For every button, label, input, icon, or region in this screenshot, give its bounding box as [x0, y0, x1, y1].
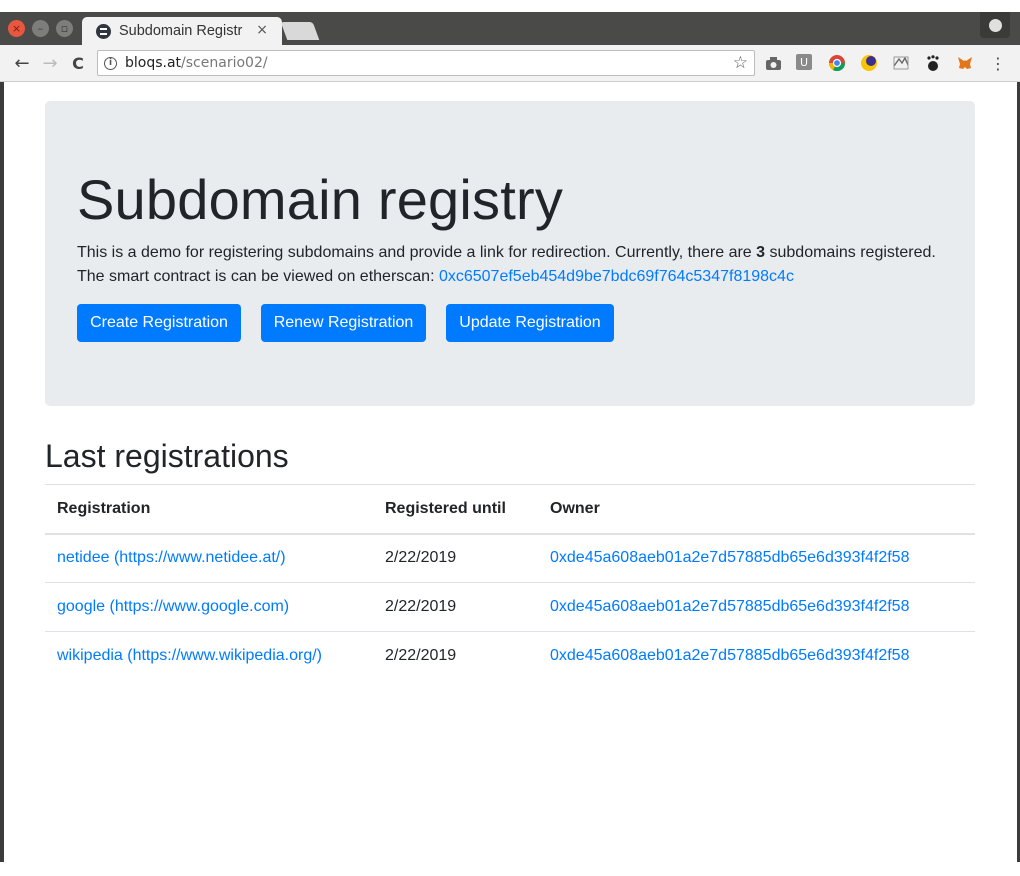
bookmark-star-icon[interactable]: ☆ — [733, 53, 748, 73]
table-row: netidee (https://www.netidee.at/) 2/22/2… — [45, 533, 975, 583]
registered-until: 2/22/2019 — [373, 582, 538, 632]
address-bar[interactable]: i bloqs.at/scenario02/ ☆ — [97, 50, 755, 76]
chrome-icon[interactable] — [828, 54, 846, 72]
gnome-foot-icon[interactable] — [924, 54, 942, 72]
info-icon[interactable]: i — [104, 56, 117, 70]
table-header-row: Registration Registered until Owner — [45, 484, 975, 535]
page-title: Subdomain registry — [77, 168, 564, 231]
registered-until: 2/22/2019 — [373, 631, 538, 681]
profile-icon[interactable] — [980, 12, 1010, 38]
ublock-icon[interactable]: U — [796, 54, 812, 70]
window-close-icon[interactable]: × — [8, 20, 25, 37]
camera-icon[interactable] — [764, 54, 782, 72]
window-minimize-icon[interactable]: – — [32, 20, 49, 37]
browser-tab[interactable]: Subdomain Registr × — [82, 17, 282, 45]
intro-line2-pre: The smart contract is can be viewed on e… — [77, 268, 439, 285]
url-text: bloqs.at/scenario02/ — [125, 55, 268, 71]
menu-kebab-icon[interactable]: ⋮ — [986, 51, 1010, 75]
contract-address-link[interactable]: 0xc6507ef5eb454d9be7bdc69f764c5347f8198c… — [439, 268, 794, 285]
header-registration: Registration — [45, 484, 373, 535]
header-registered-until: Registered until — [373, 484, 538, 535]
owner-address-link[interactable]: 0xde45a608aeb01a2e7d57885db65e6d393f4f2f… — [550, 549, 909, 566]
url-host: bloqs.at — [125, 55, 182, 71]
window-maximize-icon[interactable]: ▫ — [56, 20, 73, 37]
metamask-icon[interactable] — [956, 54, 974, 72]
update-registration-button[interactable]: Update Registration — [446, 304, 614, 342]
forward-arrow-icon[interactable]: → — [38, 51, 62, 75]
registered-until: 2/22/2019 — [373, 533, 538, 583]
scratch-icon[interactable] — [892, 54, 910, 72]
window-top-strip — [0, 0, 1020, 12]
registration-link[interactable]: netidee (https://www.netidee.at/) — [57, 549, 286, 566]
tab-title: Subdomain Registr — [119, 23, 243, 39]
tab-close-icon[interactable]: × — [256, 22, 268, 38]
intro-line1-pre: This is a demo for registering subdomain… — [77, 244, 757, 261]
intro-text: This is a demo for registering subdomain… — [77, 241, 957, 289]
registration-link[interactable]: wikipedia (https://www.wikipedia.org/) — [57, 647, 322, 664]
owner-address-link[interactable]: 0xde45a608aeb01a2e7d57885db65e6d393f4f2f… — [550, 598, 909, 615]
window-frame-left — [0, 82, 4, 876]
moon-icon[interactable] — [860, 54, 878, 72]
browser-titlebar: × – ▫ Subdomain Registr × — [0, 12, 1020, 45]
renew-registration-button[interactable]: Renew Registration — [261, 304, 426, 342]
url-path: /scenario02/ — [181, 55, 268, 71]
registrations-heading: Last registrations — [45, 438, 289, 474]
table-row: wikipedia (https://www.wikipedia.org/) 2… — [45, 631, 975, 681]
browser-toolbar: ← → C i bloqs.at/scenario02/ ☆ U ⋮ — [0, 45, 1020, 82]
subdomain-count: 3 — [756, 244, 766, 261]
owner-address-link[interactable]: 0xde45a608aeb01a2e7d57885db65e6d393f4f2f… — [550, 647, 909, 664]
intro-line1-post: subdomains registered. — [765, 244, 936, 261]
table-row: google (https://www.google.com) 2/22/201… — [45, 582, 975, 632]
jumbotron: Subdomain registry This is a demo for re… — [45, 101, 975, 406]
new-tab-button[interactable] — [280, 22, 320, 40]
back-arrow-icon[interactable]: ← — [10, 51, 34, 75]
reload-icon[interactable]: C — [66, 51, 90, 75]
registration-link[interactable]: google (https://www.google.com) — [57, 598, 289, 615]
create-registration-button[interactable]: Create Registration — [77, 304, 241, 342]
header-owner: Owner — [538, 484, 975, 535]
registrations-table: Registration Registered until Owner neti… — [45, 484, 975, 681]
tab-favicon-icon — [96, 23, 111, 39]
window-frame-bottom — [0, 862, 1020, 876]
